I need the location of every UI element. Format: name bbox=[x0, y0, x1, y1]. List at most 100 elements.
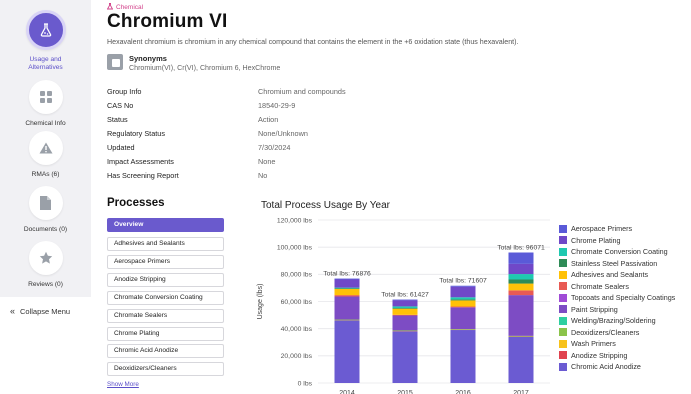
x-tick-label: 2014 bbox=[339, 390, 355, 394]
legend-item[interactable]: Chromic Acid Anodize bbox=[559, 361, 641, 372]
process-item[interactable]: Adhesives and Sealants bbox=[107, 237, 224, 251]
bar-segment bbox=[508, 336, 534, 383]
legend-label: Deoxidizers/Cleaners bbox=[571, 327, 640, 337]
legend-item[interactable]: Chromate Sealers bbox=[559, 281, 629, 292]
sidebar-item-documents[interactable]: Documents (0) bbox=[0, 186, 91, 234]
y-tick-label: 20,000 lbs bbox=[281, 353, 313, 360]
legend-item[interactable]: Welding/Brazing/Soldering bbox=[559, 315, 656, 326]
info-key: Updated bbox=[107, 143, 135, 152]
info-row: CAS No 18540-29-9 bbox=[107, 101, 507, 115]
legend-item[interactable]: Stainless Steel Passivation bbox=[559, 258, 657, 269]
legend-label: Chrome Plating bbox=[571, 235, 621, 245]
usage-chart: 0 lbs 20,000 lbs 40,000 lbs 60,000 lbs 80,00… bbox=[257, 217, 550, 394]
bar-segment bbox=[334, 288, 360, 290]
page-title: Chromium VI bbox=[107, 11, 228, 32]
legend-swatch bbox=[559, 270, 567, 279]
total-label: Total lbs: 96071 bbox=[497, 245, 545, 252]
sidebar-item-label: Reviews (0) bbox=[28, 281, 63, 288]
legend-item[interactable]: Deoxidizers/Cleaners bbox=[559, 327, 639, 338]
process-item[interactable]: Deoxidizers/Cleaners bbox=[107, 362, 224, 376]
y-tick-label: 40,000 lbs bbox=[281, 326, 313, 333]
info-row: Regulatory Status None/Unknown bbox=[107, 129, 507, 143]
bar-segment bbox=[334, 296, 360, 320]
bar-segment bbox=[450, 297, 476, 300]
chemical-description: Hexavalent chromium is chromium in any c… bbox=[107, 38, 519, 46]
process-item[interactable]: Aerospace Primers bbox=[107, 255, 224, 269]
legend-label: Aerospace Primers bbox=[571, 224, 633, 233]
legend-label: Chromic Acid Anodize bbox=[571, 362, 641, 371]
sidebar-item-rmas[interactable]: RMAs (6) bbox=[0, 131, 91, 179]
legend-item[interactable]: Chrome Plating bbox=[559, 235, 621, 246]
legend-item[interactable]: Anodize Stripping bbox=[559, 350, 627, 361]
bar-segment bbox=[450, 306, 476, 308]
double-chevron-left-icon: « bbox=[10, 306, 16, 316]
sidebar-item-usage-alternatives[interactable]: Usage and Alternatives bbox=[0, 10, 91, 72]
process-item[interactable]: Anodize Stripping bbox=[107, 273, 224, 287]
bar-segment bbox=[508, 263, 534, 275]
bar-segment bbox=[508, 283, 534, 291]
legend-swatch bbox=[559, 224, 567, 233]
bar-segment bbox=[334, 279, 360, 288]
legend-label: Adhesives and Sealants bbox=[571, 270, 649, 279]
info-value: 18540-29-9 bbox=[258, 101, 296, 110]
bar-segment bbox=[450, 299, 476, 301]
synonyms-title: Synonyms bbox=[129, 54, 167, 63]
bar-segment bbox=[392, 314, 418, 316]
show-more-link[interactable]: Show More bbox=[107, 381, 139, 388]
legend-swatch bbox=[559, 247, 567, 256]
info-row: Has Screening Report No bbox=[107, 171, 507, 185]
bar-segment bbox=[334, 320, 360, 383]
legend-swatch bbox=[559, 259, 567, 267]
processes-title: Processes bbox=[107, 197, 165, 209]
info-row: Group Info Chromium and compounds bbox=[107, 87, 507, 101]
sidebar-item-chemical-info[interactable]: Chemical Info bbox=[0, 80, 91, 128]
bar-segment bbox=[450, 285, 476, 287]
x-tick-label: 2017 bbox=[513, 390, 529, 394]
info-row: Updated 7/30/2024 bbox=[107, 143, 507, 157]
bar-segment bbox=[392, 299, 418, 301]
total-label: Total lbs: 61427 bbox=[381, 292, 429, 299]
info-key: Regulatory Status bbox=[107, 129, 166, 138]
bar-segment bbox=[334, 319, 360, 321]
legend-item[interactable]: Wash Primers bbox=[559, 338, 616, 349]
collapse-menu-label: Collapse Menu bbox=[20, 306, 71, 316]
collapse-menu-button[interactable]: « Collapse Menu bbox=[10, 306, 70, 316]
y-axis-label: Usage (lbs) bbox=[257, 284, 264, 320]
x-tick-label: 2015 bbox=[397, 390, 413, 394]
sidebar-item-label: RMAs (6) bbox=[31, 171, 60, 178]
legend-swatch bbox=[559, 293, 567, 302]
legend-label: Chromate Conversion Coating bbox=[571, 247, 668, 256]
legend-item[interactable]: Adhesives and Sealants bbox=[559, 269, 648, 280]
bar-segment bbox=[508, 279, 534, 284]
total-label: Total lbs: 71607 bbox=[439, 278, 487, 285]
legend-item[interactable]: Chromate Conversion Coating bbox=[559, 246, 668, 257]
synonyms-icon bbox=[107, 54, 123, 70]
legend-item[interactable]: Aerospace Primers bbox=[559, 223, 632, 234]
legend-swatch bbox=[559, 305, 567, 313]
legend-item[interactable]: Paint Stripping bbox=[559, 304, 618, 315]
info-value: Action bbox=[258, 115, 279, 124]
legend-item[interactable]: Topcoats and Specialty Coatings bbox=[559, 292, 675, 303]
bar-segment bbox=[334, 289, 360, 296]
legend-label: Topcoats and Specialty Coatings bbox=[571, 293, 676, 302]
sidebar-item-reviews[interactable]: Reviews (0) bbox=[0, 241, 91, 289]
process-item[interactable]: Chromate Conversion Coating bbox=[107, 291, 224, 305]
info-key: Impact Assessments bbox=[107, 157, 174, 166]
sidebar: Usage and Alternatives Chemical Info RMAs… bbox=[0, 0, 91, 297]
process-item[interactable]: Chromate Sealers bbox=[107, 309, 224, 323]
process-item[interactable]: Chrome Plating bbox=[107, 327, 224, 341]
bar-segment bbox=[392, 308, 418, 309]
kicker-label: Chemical bbox=[116, 4, 144, 11]
synonyms-block: Synonyms Chromium(VI), Cr(VI), Chromium … bbox=[107, 54, 280, 72]
info-key: Status bbox=[107, 115, 128, 124]
y-tick-label: 60,000 lbs bbox=[281, 299, 313, 306]
warning-icon bbox=[28, 131, 63, 165]
bar-segment bbox=[508, 335, 534, 337]
process-item[interactable]: Chromic Acid Anodize bbox=[107, 344, 224, 358]
bar-segment bbox=[508, 274, 534, 280]
info-key: Has Screening Report bbox=[107, 171, 179, 180]
legend-swatch bbox=[559, 328, 567, 336]
info-row: Impact Assessments None bbox=[107, 157, 507, 171]
legend-label: Wash Primers bbox=[571, 339, 616, 348]
process-item-overview[interactable]: Overview bbox=[107, 218, 224, 232]
